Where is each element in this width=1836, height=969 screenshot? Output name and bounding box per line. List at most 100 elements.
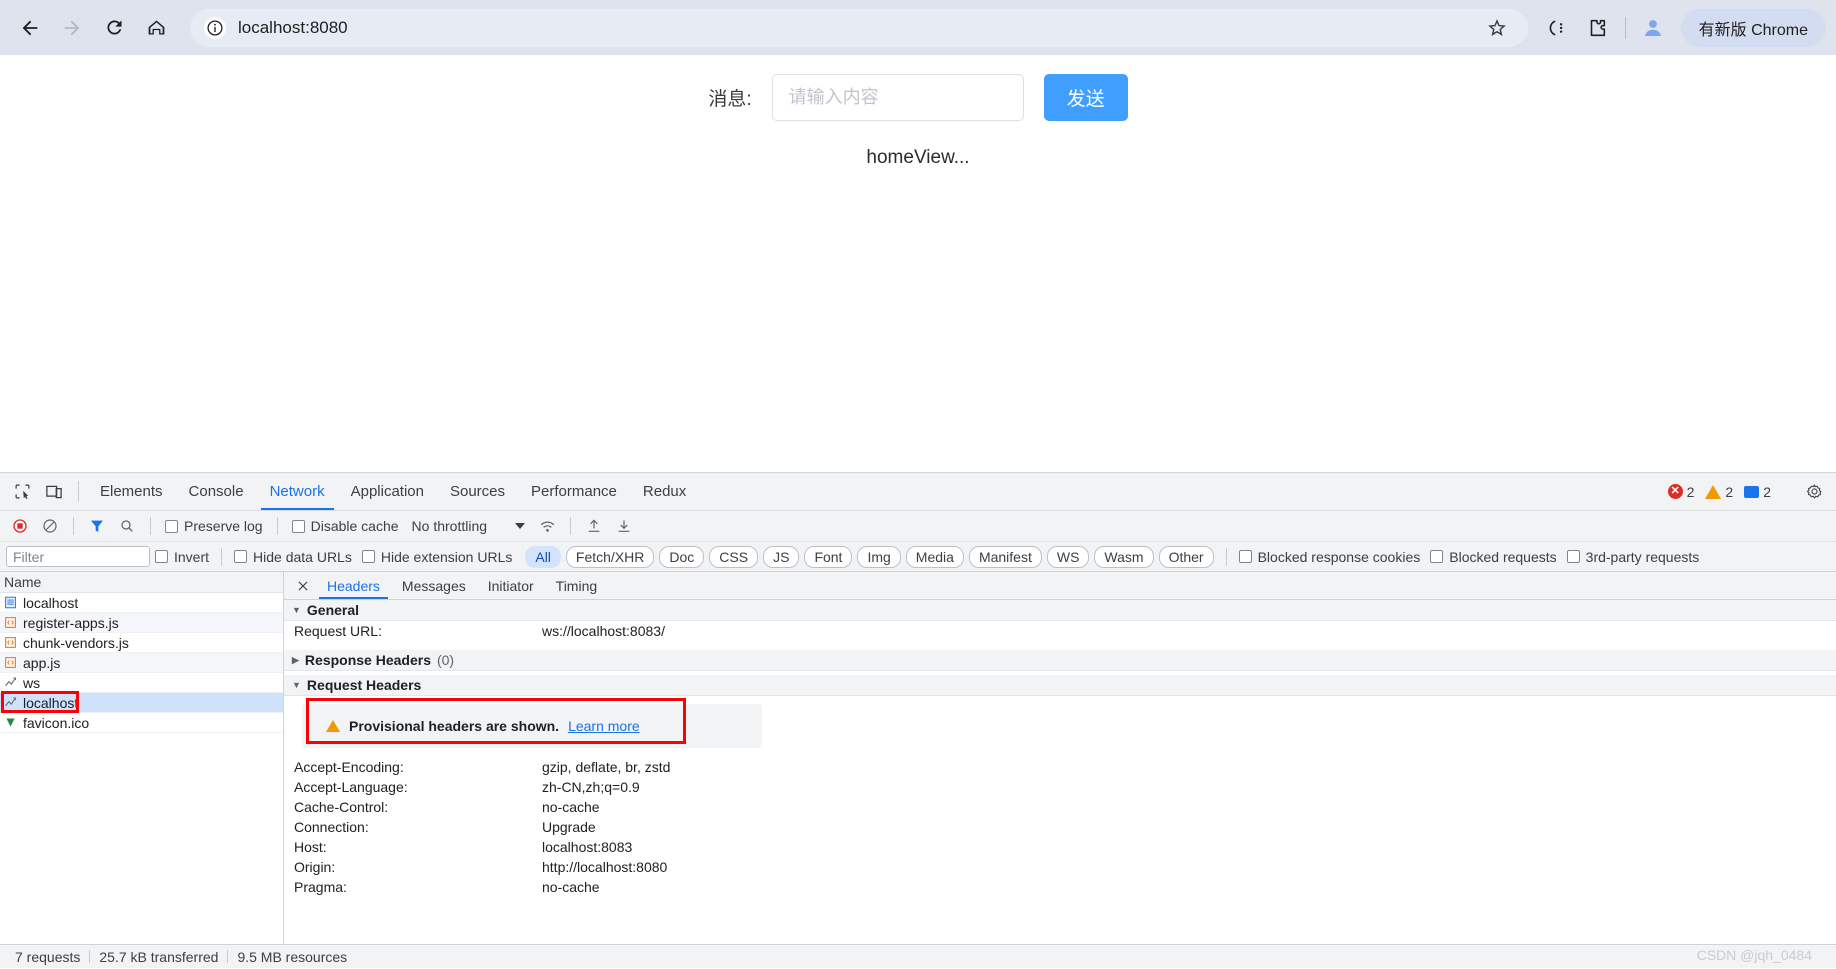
type-chip-doc[interactable]: Doc [659, 545, 705, 568]
type-chip-font[interactable]: Font [804, 545, 853, 568]
preserve-log-label: Preserve log [184, 518, 263, 534]
bookmark-star-icon[interactable] [1480, 11, 1514, 45]
profile-avatar-icon [1644, 19, 1661, 36]
browser-essentials-button[interactable] [1538, 9, 1576, 47]
clear-button[interactable] [36, 513, 64, 539]
tab-timing[interactable]: Timing [545, 572, 609, 599]
toolbar-divider [1624, 16, 1626, 39]
tab-application[interactable]: Application [338, 473, 437, 510]
table-row[interactable]: favicon.ico [0, 713, 283, 733]
invert-checkbox[interactable]: Invert [150, 549, 214, 565]
funnel-icon [91, 520, 103, 532]
toolbar-divider [73, 517, 74, 535]
type-chip-js[interactable]: JS [763, 545, 800, 568]
request-count: 7 requests [15, 948, 81, 965]
table-row[interactable]: register-apps.js [0, 613, 283, 633]
tab-label: Console [188, 483, 244, 500]
learn-more-link[interactable]: Learn more [568, 718, 640, 734]
tab-redux[interactable]: Redux [630, 473, 699, 510]
warning-count: 2 [1725, 483, 1734, 500]
header-row: Accept-Encoding: gzip, deflate, br, zstd [284, 757, 1836, 777]
disable-cache-checkbox[interactable]: Disable cache [287, 518, 404, 534]
type-chip-media[interactable]: Media [905, 545, 964, 568]
chrome-update-chip[interactable]: 有新版 Chrome [1680, 8, 1826, 47]
type-chip-fetch-xhr[interactable]: Fetch/XHR [565, 545, 655, 568]
reload-button[interactable] [94, 8, 134, 48]
header-row: Origin: http://localhost:8080 [284, 857, 1836, 877]
browser-toolbar: localhost:8080 有新版 Chrome [0, 0, 1836, 55]
table-row[interactable]: ws [0, 673, 283, 693]
tab-performance[interactable]: Performance [518, 473, 630, 510]
message-input[interactable] [771, 74, 1024, 121]
blocked-requests-checkbox[interactable]: Blocked requests [1425, 549, 1561, 565]
send-button[interactable]: 发送 [1043, 74, 1128, 121]
header-key: Accept-Language: [294, 779, 408, 795]
section-request-headers[interactable]: ▼ Request Headers [284, 675, 1836, 696]
export-har-button[interactable] [610, 513, 638, 539]
header-key: Pragma: [294, 879, 347, 895]
filter-input[interactable] [6, 546, 150, 567]
tab-elements[interactable]: Elements [87, 473, 176, 510]
table-row[interactable]: localhost [0, 593, 283, 613]
network-conditions-button[interactable] [533, 513, 561, 539]
home-view-text: homeView... [866, 147, 970, 168]
headers-scroll-area: ▼ General Request URL: ws://localhost:80… [284, 600, 1836, 944]
checkbox-box [1430, 550, 1444, 563]
toolbar-divider [570, 517, 572, 535]
device-toolbar-button[interactable] [38, 473, 70, 510]
type-chip-manifest[interactable]: Manifest [968, 545, 1042, 568]
header-key: Connection: [294, 819, 369, 835]
type-chip-css[interactable]: CSS [709, 545, 759, 568]
error-counter[interactable]: ✕ 2 [1664, 484, 1699, 500]
tab-network[interactable]: Network [257, 473, 338, 510]
header-key: Cache-Control: [294, 799, 389, 815]
devtools-settings-button[interactable] [1798, 483, 1830, 500]
type-chip-img[interactable]: Img [857, 545, 901, 568]
import-har-button[interactable] [580, 513, 608, 539]
table-row[interactable]: app.js [0, 653, 283, 673]
request-list-header[interactable]: Name [0, 572, 283, 593]
tab-messages[interactable]: Messages [391, 572, 477, 599]
warning-counter[interactable]: 2 [1701, 484, 1737, 500]
tab-label: Messages [401, 577, 466, 594]
site-info-icon[interactable] [204, 16, 226, 39]
type-chip-ws[interactable]: WS [1046, 545, 1090, 568]
profile-button[interactable] [1635, 10, 1671, 46]
throttling-dropdown[interactable]: No throttling [406, 518, 531, 534]
type-chip-other[interactable]: Other [1158, 545, 1214, 568]
extensions-button[interactable] [1578, 9, 1616, 47]
section-general[interactable]: ▼ General [284, 600, 1836, 621]
search-button[interactable] [113, 513, 141, 539]
third-party-requests-checkbox[interactable]: 3rd-party requests [1562, 549, 1705, 565]
tab-headers[interactable]: Headers [316, 572, 391, 599]
table-row[interactable]: chunk-vendors.js [0, 633, 283, 653]
header-value: http://localhost:8080 [542, 859, 668, 875]
tab-sources[interactable]: Sources [437, 473, 518, 510]
table-row[interactable]: localhost [0, 691, 283, 713]
hide-data-urls-checkbox[interactable]: Hide data URLs [229, 549, 357, 565]
header-key: Origin: [294, 859, 336, 875]
preserve-log-checkbox[interactable]: Preserve log [160, 518, 268, 534]
section-response-headers[interactable]: ▶ Response Headers (0) [284, 650, 1836, 671]
type-chip-all[interactable]: All [525, 545, 561, 568]
back-button[interactable] [10, 8, 50, 48]
checkbox-box [1566, 550, 1580, 563]
tab-console[interactable]: Console [176, 473, 257, 510]
blocked-response-cookies-checkbox[interactable]: Blocked response cookies [1234, 549, 1426, 565]
checkbox-box [165, 519, 178, 533]
inspect-element-button[interactable] [6, 473, 38, 510]
message-form: 消息: 发送 [0, 55, 1836, 121]
network-filter-row: Invert Hide data URLs Hide extension URL… [0, 542, 1836, 572]
home-button[interactable] [136, 8, 176, 48]
address-bar[interactable]: localhost:8080 [190, 8, 1528, 47]
tab-initiator[interactable]: Initiator [477, 572, 545, 599]
type-chip-wasm[interactable]: Wasm [1094, 545, 1154, 568]
error-count: 2 [1686, 483, 1695, 500]
close-icon [298, 580, 308, 591]
filter-toggle-button[interactable] [83, 513, 111, 539]
forward-button[interactable] [52, 8, 92, 48]
record-button[interactable] [6, 513, 34, 539]
close-details-button[interactable] [290, 572, 316, 599]
info-counter[interactable]: 2 [1740, 484, 1775, 500]
hide-extension-urls-checkbox[interactable]: Hide extension URLs [357, 549, 518, 565]
